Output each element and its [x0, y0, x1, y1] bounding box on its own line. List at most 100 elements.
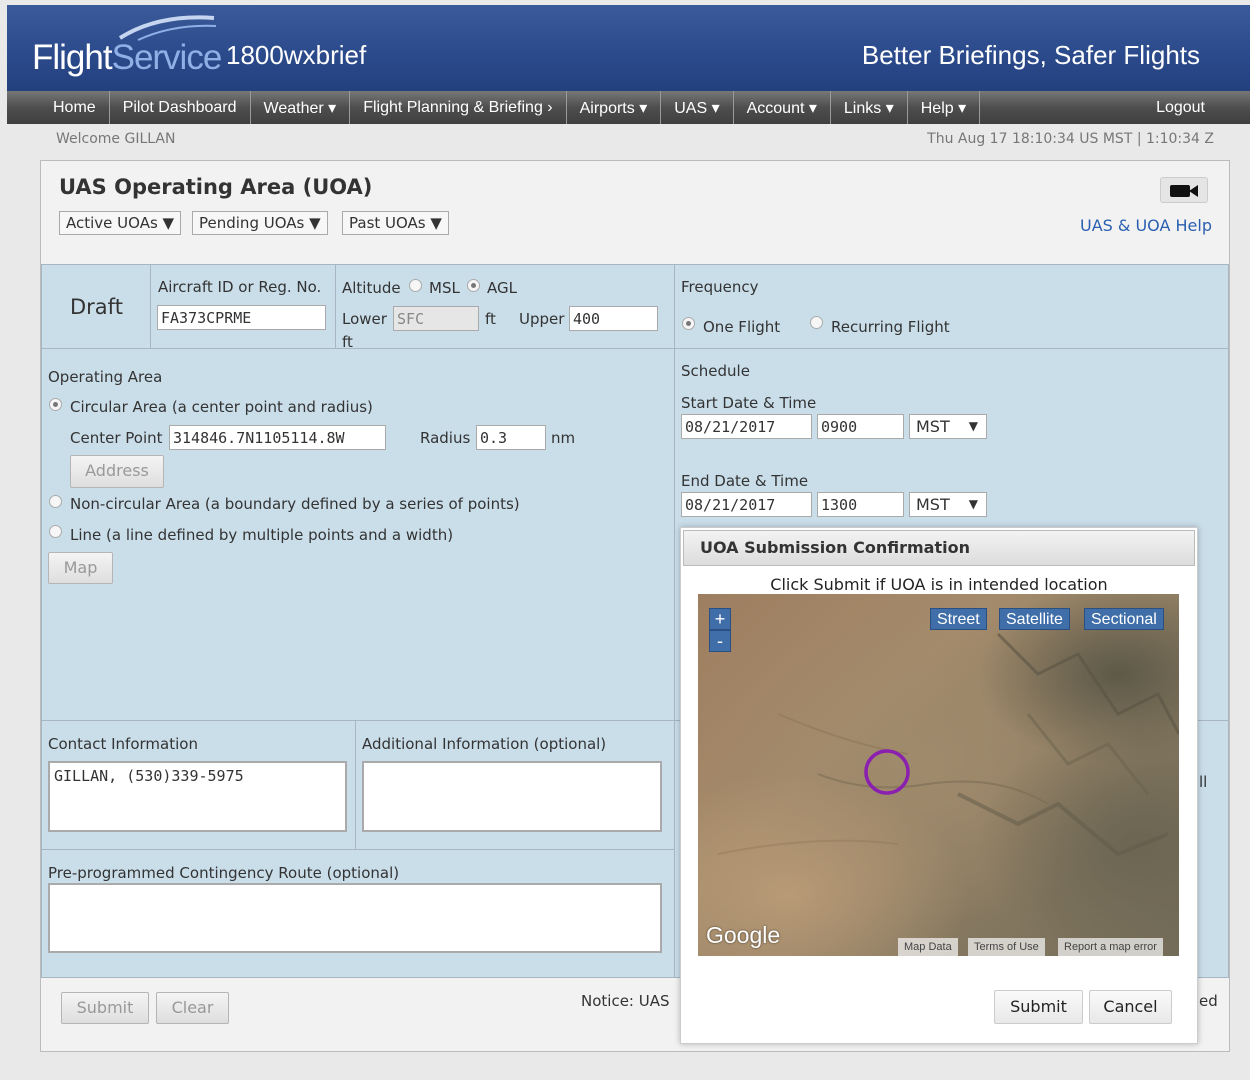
terrain-ridges — [717, 632, 1179, 857]
altitude-label: Altitude — [342, 279, 401, 297]
map-type-satellite[interactable]: Satellite — [999, 608, 1070, 630]
start-date-time-label: Start Date & Time — [681, 394, 817, 412]
uas-uoa-help-link[interactable]: UAS & UOA Help — [1080, 216, 1212, 235]
map-data-link[interactable]: Map Data — [898, 938, 958, 956]
video-button[interactable] — [1160, 177, 1208, 203]
nav-uas[interactable]: UAS ▾ — [661, 91, 734, 124]
nm-label: nm — [551, 429, 576, 447]
dialog-cancel-button[interactable]: Cancel — [1089, 990, 1172, 1024]
one-flight-radio[interactable] — [682, 317, 695, 330]
lower-ft-label: ft — [485, 310, 496, 328]
page-title: UAS Operating Area (UOA) — [59, 175, 373, 199]
dialog-message: Click Submit if UOA is in intended locat… — [770, 575, 1108, 594]
pending-uoas-dropdown[interactable]: Pending UOAs ▼ — [192, 211, 328, 235]
msl-radio[interactable] — [409, 279, 422, 292]
notice-text: Notice: UAS — [581, 992, 670, 1010]
active-uoas-dropdown[interactable]: Active UOAs ▼ — [59, 211, 182, 235]
lower-altitude-input[interactable]: SFC — [393, 306, 479, 331]
map-type-street[interactable]: Street — [930, 608, 987, 630]
status-label: Draft — [70, 295, 123, 319]
circular-area-label: Circular Area (a center point and radius… — [70, 398, 373, 416]
radius-label: Radius — [420, 429, 471, 447]
agl-label: AGL — [487, 279, 517, 297]
contact-info-label: Contact Information — [48, 735, 198, 753]
lower-label: Lower — [342, 310, 387, 328]
brand-name: 1800wxbrief — [226, 40, 367, 70]
end-timezone-caret-icon: ▼ — [968, 497, 978, 511]
start-timezone-value: MST — [916, 417, 950, 436]
recurring-flight-radio[interactable] — [810, 316, 823, 329]
welcome-text: Welcome GILLAN — [56, 131, 176, 147]
dialog-submit-button[interactable]: Submit — [994, 990, 1083, 1024]
map-type-sectional[interactable]: Sectional — [1084, 608, 1164, 630]
start-time-input[interactable]: 0900 — [817, 414, 904, 439]
center-point-input[interactable]: 314846.7N1105114.8W — [169, 425, 386, 450]
additional-info-label: Additional Information (optional) — [362, 735, 607, 753]
logo-swoosh-icon — [118, 15, 217, 41]
site-logo[interactable]: FlightService — [32, 38, 223, 78]
main-nav: Home Pilot Dashboard Weather ▾ Flight Pl… — [7, 91, 1250, 124]
line-area-label: Line (a line defined by multiple points … — [70, 526, 454, 544]
nav-home[interactable]: Home — [7, 91, 110, 124]
form-clear-button[interactable]: Clear — [156, 992, 229, 1024]
start-timezone-select[interactable]: MST ▼ — [909, 414, 987, 439]
clipped-text-right: ll — [1199, 773, 1208, 791]
clock-text: Thu Aug 17 18:10:34 US MST | 1:10:34 Z — [927, 131, 1214, 147]
circular-area-radio[interactable] — [49, 398, 62, 411]
video-camera-lens-icon — [1189, 185, 1198, 197]
end-timezone-value: MST — [916, 495, 950, 514]
aircraft-id-input[interactable]: FA373CPRME — [157, 305, 326, 330]
contingency-route-label: Pre-programmed Contingency Route (option… — [48, 864, 400, 882]
end-timezone-select[interactable]: MST ▼ — [909, 492, 987, 517]
operating-area-label: Operating Area — [48, 368, 163, 386]
end-date-time-label: End Date & Time — [681, 472, 809, 490]
agl-radio[interactable] — [467, 279, 480, 292]
end-date-input[interactable]: 08/21/2017 — [681, 492, 812, 517]
upper-label: Upper — [519, 310, 565, 328]
site-slogan: Better Briefings, Safer Flights — [861, 40, 1200, 70]
schedule-label: Schedule — [681, 362, 750, 380]
additional-info-textarea[interactable] — [362, 761, 662, 832]
noncircular-area-label: Non-circular Area (a boundary defined by… — [70, 495, 520, 513]
aircraft-id-label: Aircraft ID or Reg. No. — [158, 278, 322, 296]
contact-info-textarea[interactable]: GILLAN, (530)339-5975 — [48, 761, 347, 832]
logo-flight-text: Flight — [32, 38, 113, 77]
zoom-out-button[interactable]: - — [709, 630, 731, 652]
upper-ft-label: ft — [342, 333, 353, 351]
video-camera-icon — [1170, 185, 1190, 197]
center-point-label: Center Point — [70, 429, 163, 447]
form-submit-button[interactable]: Submit — [61, 992, 149, 1024]
report-map-error-link[interactable]: Report a map error — [1058, 938, 1163, 956]
line-area-radio[interactable] — [49, 525, 62, 538]
nav-help[interactable]: Help ▾ — [908, 91, 981, 124]
frequency-cell — [674, 264, 1229, 349]
start-date-input[interactable]: 08/21/2017 — [681, 414, 812, 439]
uoa-area-circle — [864, 749, 910, 795]
google-logo: Google — [706, 922, 781, 948]
address-button[interactable]: Address — [70, 455, 164, 488]
nav-links[interactable]: Links ▾ — [831, 91, 908, 124]
frequency-label: Frequency — [681, 278, 759, 296]
past-uoas-dropdown[interactable]: Past UOAs ▼ — [342, 211, 449, 235]
nav-flight-planning[interactable]: Flight Planning & Briefing › — [350, 91, 567, 124]
map-button[interactable]: Map — [48, 552, 113, 584]
logout-link[interactable]: Logout — [1143, 91, 1250, 124]
end-time-input[interactable]: 1300 — [817, 492, 904, 517]
nav-airports[interactable]: Airports ▾ — [567, 91, 662, 124]
one-flight-label: One Flight — [703, 318, 781, 336]
nav-account[interactable]: Account ▾ — [734, 91, 831, 124]
satellite-map[interactable]: + - Street Satellite Sectional Google Ma… — [698, 594, 1179, 956]
noncircular-area-radio[interactable] — [49, 495, 62, 508]
nav-pilot-dashboard[interactable]: Pilot Dashboard — [110, 91, 251, 124]
upper-altitude-input[interactable]: 400 — [569, 306, 658, 331]
radius-input[interactable]: 0.3 — [476, 425, 546, 450]
zoom-in-button[interactable]: + — [709, 608, 731, 630]
dialog-title: UOA Submission Confirmation — [683, 530, 1195, 566]
nav-weather[interactable]: Weather ▾ — [251, 91, 351, 124]
msl-label: MSL — [429, 279, 460, 297]
recurring-flight-label: Recurring Flight — [831, 318, 950, 336]
terms-of-use-link[interactable]: Terms of Use — [968, 938, 1045, 956]
logo-service-text: Service — [111, 38, 223, 77]
contingency-route-textarea[interactable] — [48, 883, 662, 953]
